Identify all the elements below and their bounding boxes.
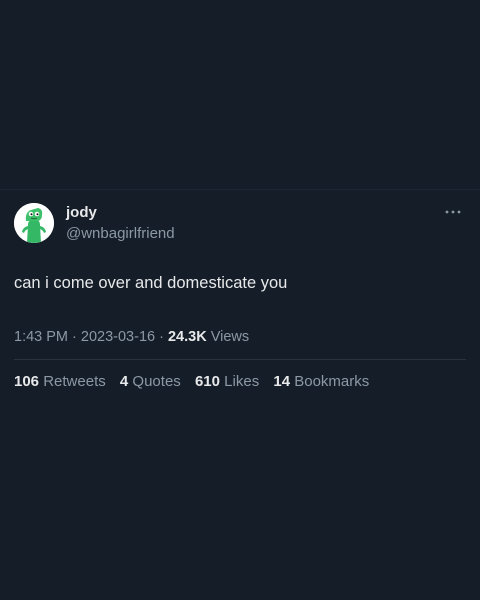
tweet-time[interactable]: 1:43 PM <box>14 329 68 345</box>
avatar[interactable] <box>14 203 54 243</box>
views-count: 24.3K <box>167 329 207 345</box>
gumby-avatar-icon <box>14 203 54 243</box>
user-handle[interactable]: @wnbagirlfriend <box>66 225 175 242</box>
retweets-label: Retweets <box>43 373 106 390</box>
quotes-count: 4 <box>119 373 129 390</box>
display-name[interactable]: jody <box>66 204 97 221</box>
bookmarks-count: 14 <box>273 373 291 390</box>
bookmarks-stat[interactable]: 14 Bookmarks <box>273 373 369 390</box>
likes-stat[interactable]: 610 Likes <box>195 373 259 390</box>
meta-separator: · <box>159 329 164 345</box>
meta-separator: · <box>72 329 77 345</box>
likes-label: Likes <box>224 373 260 390</box>
bookmarks-label: Bookmarks <box>294 373 370 390</box>
quotes-stat[interactable]: 4 Quotes <box>120 373 181 390</box>
tweet-screenshot: jody @wnbagirlfriend can i come over and… <box>0 0 480 600</box>
tweet-date[interactable]: 2023-03-16 <box>81 329 155 345</box>
retweets-stat[interactable]: 106 Retweets <box>14 373 106 390</box>
views-label: Views <box>210 329 250 345</box>
tweet-text: can i come over and domesticate you <box>14 274 288 292</box>
quotes-label: Quotes <box>132 373 181 390</box>
tweet-meta: 1:43 PM · 2023-03-16 · 24.3K Views <box>14 329 249 345</box>
more-options-icon[interactable] <box>444 205 462 219</box>
engagement-stats: 106 Retweets 4 Quotes 610 Likes 14 Bookm… <box>14 373 379 390</box>
retweets-count: 106 <box>14 373 40 390</box>
stats-divider <box>14 359 466 360</box>
likes-count: 610 <box>194 373 220 390</box>
top-divider <box>0 189 480 190</box>
